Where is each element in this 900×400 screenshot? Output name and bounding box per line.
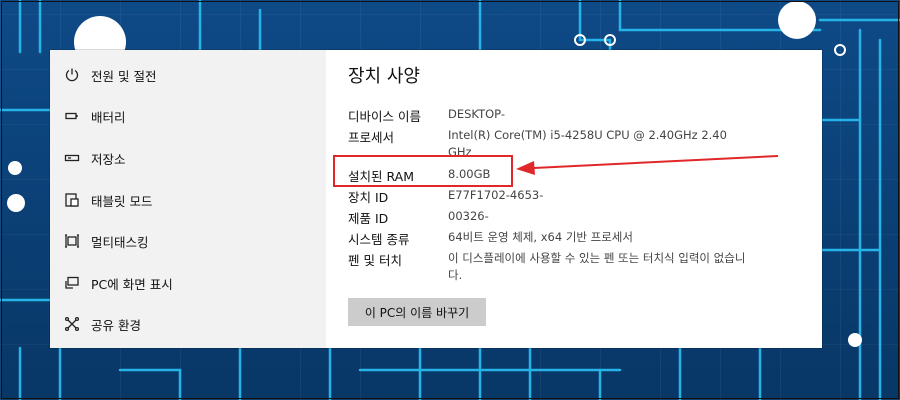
page-title: 장치 사양 [348, 66, 420, 87]
sidebar-item-label: 저장소 [91, 151, 126, 167]
pen-touch-value: 이 디스플레이에 사용할 수 있는 펜 또는 터치식 입력이 없습니다. [448, 251, 746, 282]
device-name-label: 디바이스 이름 [348, 109, 421, 124]
sidebar-item-label: 전원 및 절전 [91, 68, 157, 84]
sidebar-item-battery[interactable]: 배터리 [50, 97, 326, 135]
tablet-mode-icon [63, 191, 81, 209]
sidebar-item-tablet-mode[interactable]: 태블릿 모드 [50, 181, 326, 219]
device-id-label: 장치 ID [348, 190, 389, 205]
sidebar-item-storage[interactable]: 저장소 [50, 139, 326, 177]
sidebar-item-label: 멀티태스킹 [91, 234, 149, 250]
system-type-label: 시스템 종류 [348, 232, 410, 247]
settings-sidebar: 전원 및 절전 배터리 저장소 태블릿 모드 멀티태스킹 PC에 화면 표시 공… [50, 50, 326, 348]
settings-window: 전원 및 절전 배터리 저장소 태블릿 모드 멀티태스킹 PC에 화면 표시 공… [50, 50, 822, 348]
sidebar-item-label: 태블릿 모드 [91, 193, 153, 209]
system-type-value: 64비트 운영 체제, x64 기반 프로세서 [448, 230, 633, 244]
pen-touch-label: 펜 및 터치 [348, 253, 402, 268]
rename-pc-button[interactable]: 이 PC의 이름 바꾸기 [348, 298, 486, 326]
storage-icon [63, 149, 81, 167]
sidebar-item-multitasking[interactable]: 멀티태스킹 [50, 222, 326, 260]
sidebar-item-label: 배터리 [91, 109, 126, 125]
device-specs-panel: 장치 사양 디바이스 이름 DESKTOP- 프로세서 Intel(R) Cor… [348, 50, 808, 348]
sidebar-item-label: 공유 환경 [91, 317, 141, 333]
sidebar-item-project-to-pc[interactable]: PC에 화면 표시 [50, 264, 326, 302]
sidebar-item-shared-experiences[interactable]: 공유 환경 [50, 305, 326, 343]
installed-ram-label: 설치된 RAM [348, 169, 414, 184]
processor-label: 프로세서 [348, 130, 395, 145]
processor-value: Intel(R) Core(TM) i5-4258U CPU @ 2.40GHz… [448, 128, 727, 159]
multitasking-icon [63, 232, 81, 250]
installed-ram-value: 8.00GB [448, 167, 491, 181]
power-icon [63, 66, 81, 84]
device-name-value: DESKTOP- [448, 107, 505, 121]
sidebar-item-power-sleep[interactable]: 전원 및 절전 [50, 56, 326, 94]
product-id-label: 제품 ID [348, 211, 389, 226]
shared-experiences-icon [63, 315, 81, 333]
battery-icon [63, 107, 81, 125]
device-id-value: E77F1702-4653- [448, 188, 544, 202]
sidebar-item-label: PC에 화면 표시 [91, 276, 173, 292]
project-to-pc-icon [63, 274, 81, 292]
product-id-value: 00326- [448, 209, 489, 223]
